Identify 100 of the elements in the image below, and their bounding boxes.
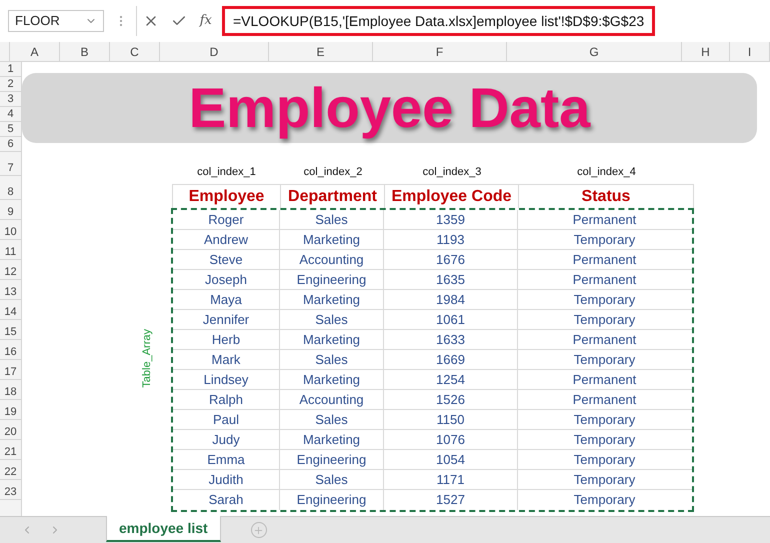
table-cell: Sales <box>280 310 384 329</box>
table-cell: Maya <box>173 290 280 309</box>
row-header[interactable]: 4 <box>0 107 21 122</box>
add-sheet-icon[interactable] <box>250 522 267 538</box>
table-cell-text: Permanent <box>572 390 638 409</box>
column-header[interactable]: G <box>507 42 682 61</box>
table-cell-text: Permanent <box>572 250 638 269</box>
table-cell: 1526 <box>384 390 518 409</box>
table-cell: Herb <box>173 330 280 349</box>
row-header[interactable]: 16 <box>0 340 21 360</box>
table-cell: Emma <box>173 450 280 469</box>
sheet-tab[interactable]: employee list <box>106 516 221 542</box>
table-cell-text: Permanent <box>572 270 638 289</box>
drag-handle-icon <box>120 16 122 26</box>
table-cell: 1150 <box>384 410 518 429</box>
table-cell: 1359 <box>384 210 518 229</box>
column-header[interactable]: D <box>160 42 269 61</box>
table-cell-text: Permanent <box>572 330 638 349</box>
row-header[interactable]: 8 <box>0 176 21 200</box>
row-header[interactable]: 9 <box>0 200 21 220</box>
table-cell: 1633 <box>384 330 518 349</box>
table-cell: Joseph <box>173 270 280 289</box>
row-header[interactable]: 13 <box>0 280 21 300</box>
column-index-label: col_index_1 <box>197 164 256 180</box>
table-cell: Sales <box>280 350 384 369</box>
table-cell: Lindsey <box>173 370 280 389</box>
column-header[interactable]: B <box>60 42 110 61</box>
table-cell-text: Temporary <box>572 430 636 449</box>
table-cell: Judith <box>173 470 280 489</box>
column-header[interactable]: F <box>373 42 507 61</box>
table-cell: Sales <box>280 470 384 489</box>
row-header[interactable]: 23 <box>0 480 21 500</box>
table-cell: 1076 <box>384 430 518 449</box>
row-header[interactable]: 19 <box>0 400 21 420</box>
table-cell: 1054 <box>384 450 518 469</box>
table-cell: Ralph <box>173 390 280 409</box>
column-header[interactable]: I <box>730 42 770 61</box>
table-header-cell: Status <box>519 185 694 208</box>
table-cell: Roger <box>173 210 280 229</box>
table-cell: Sales <box>280 410 384 429</box>
row-header[interactable]: 17 <box>0 360 21 380</box>
row-header[interactable]: 18 <box>0 380 21 400</box>
table-cell-text: Permanent <box>572 210 638 229</box>
insert-function-button[interactable]: fx <box>200 11 212 31</box>
table-cell: 1254 <box>384 370 518 389</box>
table-header-cell: Employee <box>172 185 281 208</box>
table-cell: Engineering <box>280 270 384 289</box>
table-cell: 1635 <box>384 270 518 289</box>
row-header[interactable]: 2 <box>0 77 21 92</box>
column-header[interactable]: E <box>269 42 373 61</box>
table-cell-text: Temporary <box>572 350 636 369</box>
table-cell-text: Temporary <box>572 470 636 489</box>
table-cell: Accounting <box>280 250 384 269</box>
table-cell: Accounting <box>280 390 384 409</box>
table-cell: Marketing <box>280 370 384 389</box>
table-cell-text: Temporary <box>572 491 636 510</box>
column-index-label: col_index_2 <box>304 164 362 180</box>
table-cell: Sarah <box>173 490 280 510</box>
table-cell: 1676 <box>384 250 518 269</box>
row-header[interactable]: 11 <box>0 240 21 260</box>
column-header[interactable]: H <box>682 42 730 61</box>
table-cell: Steve <box>173 250 280 269</box>
table-cell: 1061 <box>384 310 518 329</box>
row-header[interactable]: 10 <box>0 220 21 240</box>
row-header[interactable]: 5 <box>0 122 21 137</box>
row-header[interactable]: 21 <box>0 440 21 460</box>
table-cell: Paul <box>173 410 280 429</box>
column-header[interactable]: C <box>110 42 160 61</box>
formula-field[interactable]: =VLOOKUP(B15,'[Employee Data.xlsx]employee list'!$D$9:$G$23 <box>222 6 656 36</box>
row-header[interactable]: 6 <box>0 137 21 152</box>
table-cell: Andrew <box>173 230 280 249</box>
table-cell: Sales <box>280 210 384 229</box>
table-cell: Marketing <box>280 230 384 249</box>
table-cell: Mark <box>173 350 280 369</box>
table-cell-text: Temporary <box>572 450 636 469</box>
column-index-label: col_index_3 <box>422 164 482 180</box>
row-header[interactable]: 7 <box>0 152 21 176</box>
table-cell: Engineering <box>280 490 384 510</box>
table-cell: Judy <box>173 430 280 449</box>
row-header[interactable]: 14 <box>0 300 21 320</box>
table-cell-text: Permanent <box>572 370 638 389</box>
table-cell: Jennifer <box>173 310 280 329</box>
table-cell: 1171 <box>384 470 518 489</box>
row-header[interactable]: 22 <box>0 460 21 480</box>
table-cell: Marketing <box>280 290 384 309</box>
table-header-cell: Employee Code <box>385 185 519 208</box>
column-header[interactable]: A <box>10 42 60 61</box>
row-header[interactable]: 3 <box>0 92 21 107</box>
table-cell: 1527 <box>384 490 518 510</box>
row-header[interactable]: 12 <box>0 260 21 280</box>
table-cell-text: Temporary <box>572 290 636 309</box>
table-cell: 1984 <box>384 290 518 309</box>
column-index-label: col_index_4 <box>577 164 636 180</box>
row-header[interactable]: 20 <box>0 420 21 440</box>
row-header[interactable]: 1 <box>0 62 21 77</box>
table-cell: Engineering <box>280 450 384 469</box>
name-box[interactable]: FLOOR <box>8 10 104 32</box>
title-banner: Employee Data <box>22 73 757 143</box>
table-cell-text: Temporary <box>572 230 636 249</box>
row-header[interactable]: 15 <box>0 320 21 340</box>
